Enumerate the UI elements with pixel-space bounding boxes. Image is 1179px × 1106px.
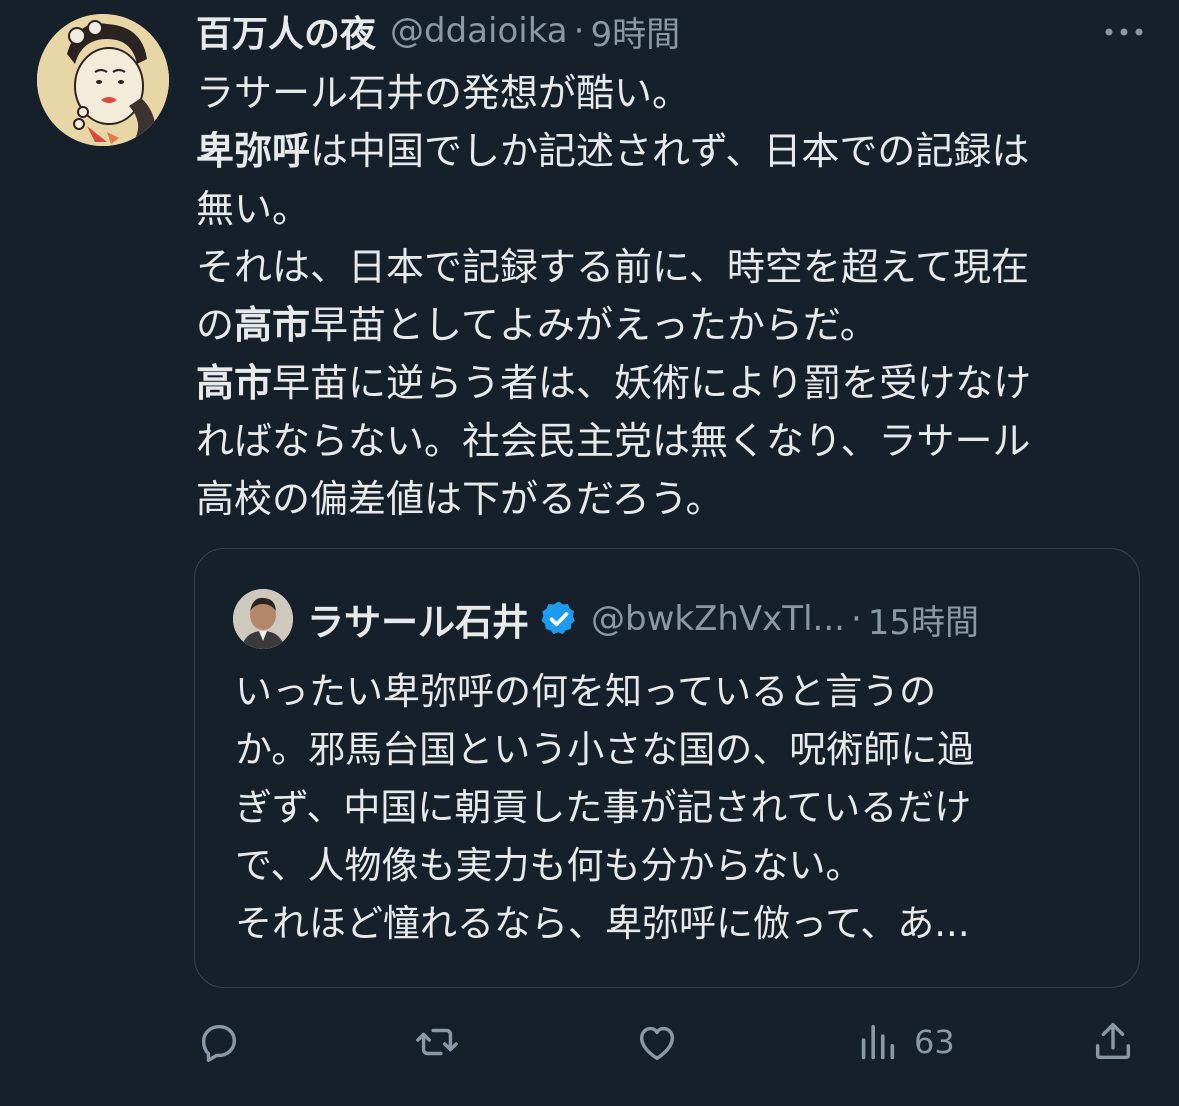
more-button[interactable] <box>1099 12 1149 52</box>
tweet-text-line: ればならない。社会民主党は無くなり、ラサール <box>196 412 1146 470</box>
hashtag-highlight[interactable]: 高市 <box>196 361 272 405</box>
verified-badge-icon <box>541 601 575 635</box>
like-icon <box>639 1026 675 1061</box>
text-segment: 高校の偏差値は下がるだろう。 <box>196 477 724 521</box>
quoted-text-line: ぎず、中国に朝貢した事が記されているだけ <box>235 786 972 829</box>
quoted-timestamp[interactable]: 15時間 <box>868 595 979 644</box>
hashtag-highlight[interactable]: 卑弥呼 <box>196 129 310 173</box>
tweet-text-line: 無い。 <box>196 180 1146 238</box>
tweet-text-line: 高市早苗に逆らう者は、妖術により罰を受けなけ <box>196 354 1146 412</box>
share-button[interactable] <box>1090 1012 1136 1072</box>
quoted-text-line: いったい卑弥呼の何を知っていると言うの <box>235 670 937 713</box>
share-icon <box>1095 1023 1131 1060</box>
tweet-header: 百万人の夜 @ddaioika · 9時間 <box>196 6 1149 56</box>
quoted-text-line: で、人物像も実力も何も分からない。 <box>235 844 863 887</box>
views-icon <box>861 1024 895 1060</box>
views-count: 63 <box>914 1023 955 1061</box>
text-segment: 無い。 <box>196 187 311 231</box>
retweet-button[interactable] <box>414 1012 460 1072</box>
quoted-author-avatar[interactable] <box>233 589 293 649</box>
quoted-tweet-text: いったい卑弥呼の何を知っていると言うの か。邪馬台国という小さな国の、呪術師に過ぎ… <box>235 663 1115 953</box>
tweet-text-line: それは、日本で記録する前に、時空を超えて現在 <box>196 238 1146 296</box>
quoted-text-line: それほど憧れるなら、卑弥呼に倣って、あ... <box>235 902 970 945</box>
text-segment: は中国でしか記述されず、日本での記録は <box>310 129 1030 173</box>
tweet-text-line: の高市早苗としてよみがえったからだ。 <box>196 296 1146 354</box>
tweet-text-line: 卑弥呼は中国でしか記述されず、日本での記録は <box>196 122 1146 180</box>
author-handle[interactable]: @ddaioika <box>390 11 568 51</box>
tweet-timestamp[interactable]: 9時間 <box>590 7 680 56</box>
text-segment: の <box>196 303 235 347</box>
tweet-text: ラサール石井の発想が酷い。 卑弥呼は中国でしか記述されず、日本での記録は 無い。 それ… <box>196 64 1146 528</box>
quoted-tweet[interactable]: ラサール石井 @bwkZhVxTl... · 15時間 いったい卑弥呼の何を知っ… <box>194 548 1140 988</box>
text-segment: 早苗としてよみがえったからだ。 <box>310 303 878 347</box>
text-segment: ればならない。社会民主党は無くなり、ラサール <box>196 419 1031 463</box>
text-segment: ラサール石井の発想が酷い。 <box>196 71 691 115</box>
tweet-text-line: 高校の偏差値は下がるだろう。 <box>196 470 1146 528</box>
hashtag-highlight[interactable]: 高市 <box>234 303 310 347</box>
quoted-separator-dot: · <box>850 599 862 639</box>
author-avatar[interactable] <box>37 14 169 146</box>
reply-button[interactable] <box>196 1012 242 1072</box>
text-segment: それは、日本で記録する前に、時空を超えて現在 <box>196 245 1029 289</box>
more-icon <box>1105 28 1143 36</box>
reply-icon <box>201 1024 237 1062</box>
quoted-tweet-header: ラサール石井 @bwkZhVxTl... · 15時間 <box>233 589 1109 649</box>
author-name[interactable]: 百万人の夜 <box>196 5 376 57</box>
text-segment: 早苗に逆らう者は、妖術により罰を受けなけ <box>272 361 1032 405</box>
tweet-action-bar: 63 <box>196 1012 1146 1072</box>
like-button[interactable] <box>634 1012 680 1072</box>
quoted-text-line: か。邪馬台国という小さな国の、呪術師に過 <box>235 728 975 771</box>
separator-dot: · <box>573 11 585 51</box>
quoted-author-name[interactable]: ラサール石井 <box>307 592 529 646</box>
quoted-author-handle[interactable]: @bwkZhVxTl... <box>591 599 845 639</box>
avatar-illustration <box>37 14 169 146</box>
tweet-text-line: ラサール石井の発想が酷い。 <box>196 64 1146 122</box>
quoted-avatar-photo <box>233 589 293 649</box>
retweet-icon <box>416 1028 458 1056</box>
views-button[interactable]: 63 <box>854 1012 955 1072</box>
